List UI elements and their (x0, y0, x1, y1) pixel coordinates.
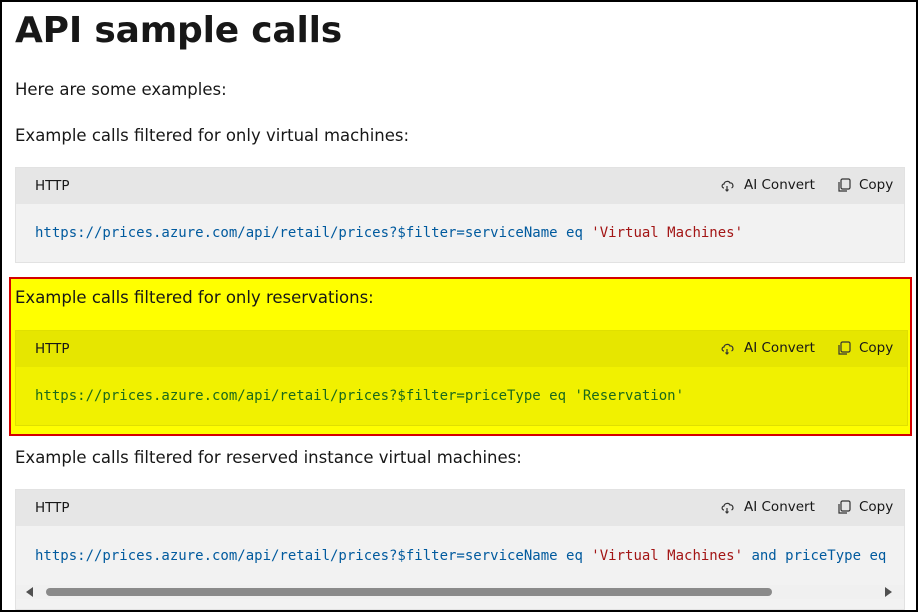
copy-label: Copy (859, 340, 894, 356)
code-header: HTTP AI Convert Copy (16, 331, 907, 367)
code-language-label: HTTP (35, 178, 70, 194)
code-string: 'Virtual Machines' (591, 225, 744, 241)
code-url: https://prices.azure.com/api/retail/pric… (35, 388, 575, 404)
code-language-label: HTTP (35, 341, 70, 357)
scroll-left-arrow-icon[interactable] (26, 587, 33, 597)
scroll-right-arrow-icon[interactable] (885, 587, 892, 597)
code-string: 'Virtual Machines' (591, 548, 744, 564)
horizontal-scrollbar[interactable] (16, 585, 904, 599)
copy-label: Copy (859, 499, 894, 515)
code-string: 'Reservation' (574, 388, 685, 404)
code-block-vm: HTTP AI Convert Copy https://prices.azur… (15, 167, 905, 263)
copy-button[interactable]: Copy (837, 340, 893, 356)
code-header: HTTP AI Convert Copy (16, 168, 904, 204)
section-ri-vm-description: Example calls filtered for reserved inst… (15, 448, 522, 467)
ai-convert-button[interactable]: AI Convert (720, 177, 815, 193)
copy-label: Copy (859, 177, 894, 193)
code-tail: and priceType eq (743, 548, 887, 564)
code-block-ri-vm: HTTP AI Convert Copy https://prices.azur… (15, 489, 905, 610)
copy-button[interactable]: Copy (837, 499, 893, 515)
code-line[interactable]: https://prices.azure.com/api/retail/pric… (35, 548, 886, 564)
ai-convert-label: AI Convert (744, 499, 815, 515)
copy-icon (838, 177, 851, 192)
cloud-sync-icon (721, 180, 734, 192)
highlight-box: Example calls filtered for only reservat… (9, 277, 912, 436)
cloud-sync-icon (721, 343, 734, 355)
ai-convert-button[interactable]: AI Convert (720, 499, 815, 515)
code-url: https://prices.azure.com/api/retail/pric… (35, 225, 592, 241)
code-block-reservation: HTTP AI Convert Copy https://prices.azur… (15, 330, 908, 426)
page-frame: API sample calls Here are some examples:… (0, 0, 918, 612)
code-line[interactable]: https://prices.azure.com/api/retail/pric… (35, 388, 684, 404)
code-header: HTTP AI Convert Copy (16, 490, 904, 526)
intro-text: Here are some examples: (15, 80, 227, 99)
scrollbar-thumb[interactable] (46, 588, 772, 596)
code-url: https://prices.azure.com/api/retail/pric… (35, 548, 592, 564)
section-reservation-description: Example calls filtered for only reservat… (15, 288, 374, 307)
code-line[interactable]: https://prices.azure.com/api/retail/pric… (35, 225, 743, 241)
code-language-label: HTTP (35, 500, 70, 516)
cloud-sync-icon (721, 502, 734, 514)
ai-convert-label: AI Convert (744, 177, 815, 193)
copy-icon (838, 499, 851, 514)
page-title: API sample calls (15, 10, 343, 51)
copy-button[interactable]: Copy (837, 177, 893, 193)
section-vm-description: Example calls filtered for only virtual … (15, 126, 410, 145)
copy-icon (838, 340, 851, 355)
ai-convert-label: AI Convert (744, 340, 815, 356)
ai-convert-button[interactable]: AI Convert (720, 340, 815, 356)
